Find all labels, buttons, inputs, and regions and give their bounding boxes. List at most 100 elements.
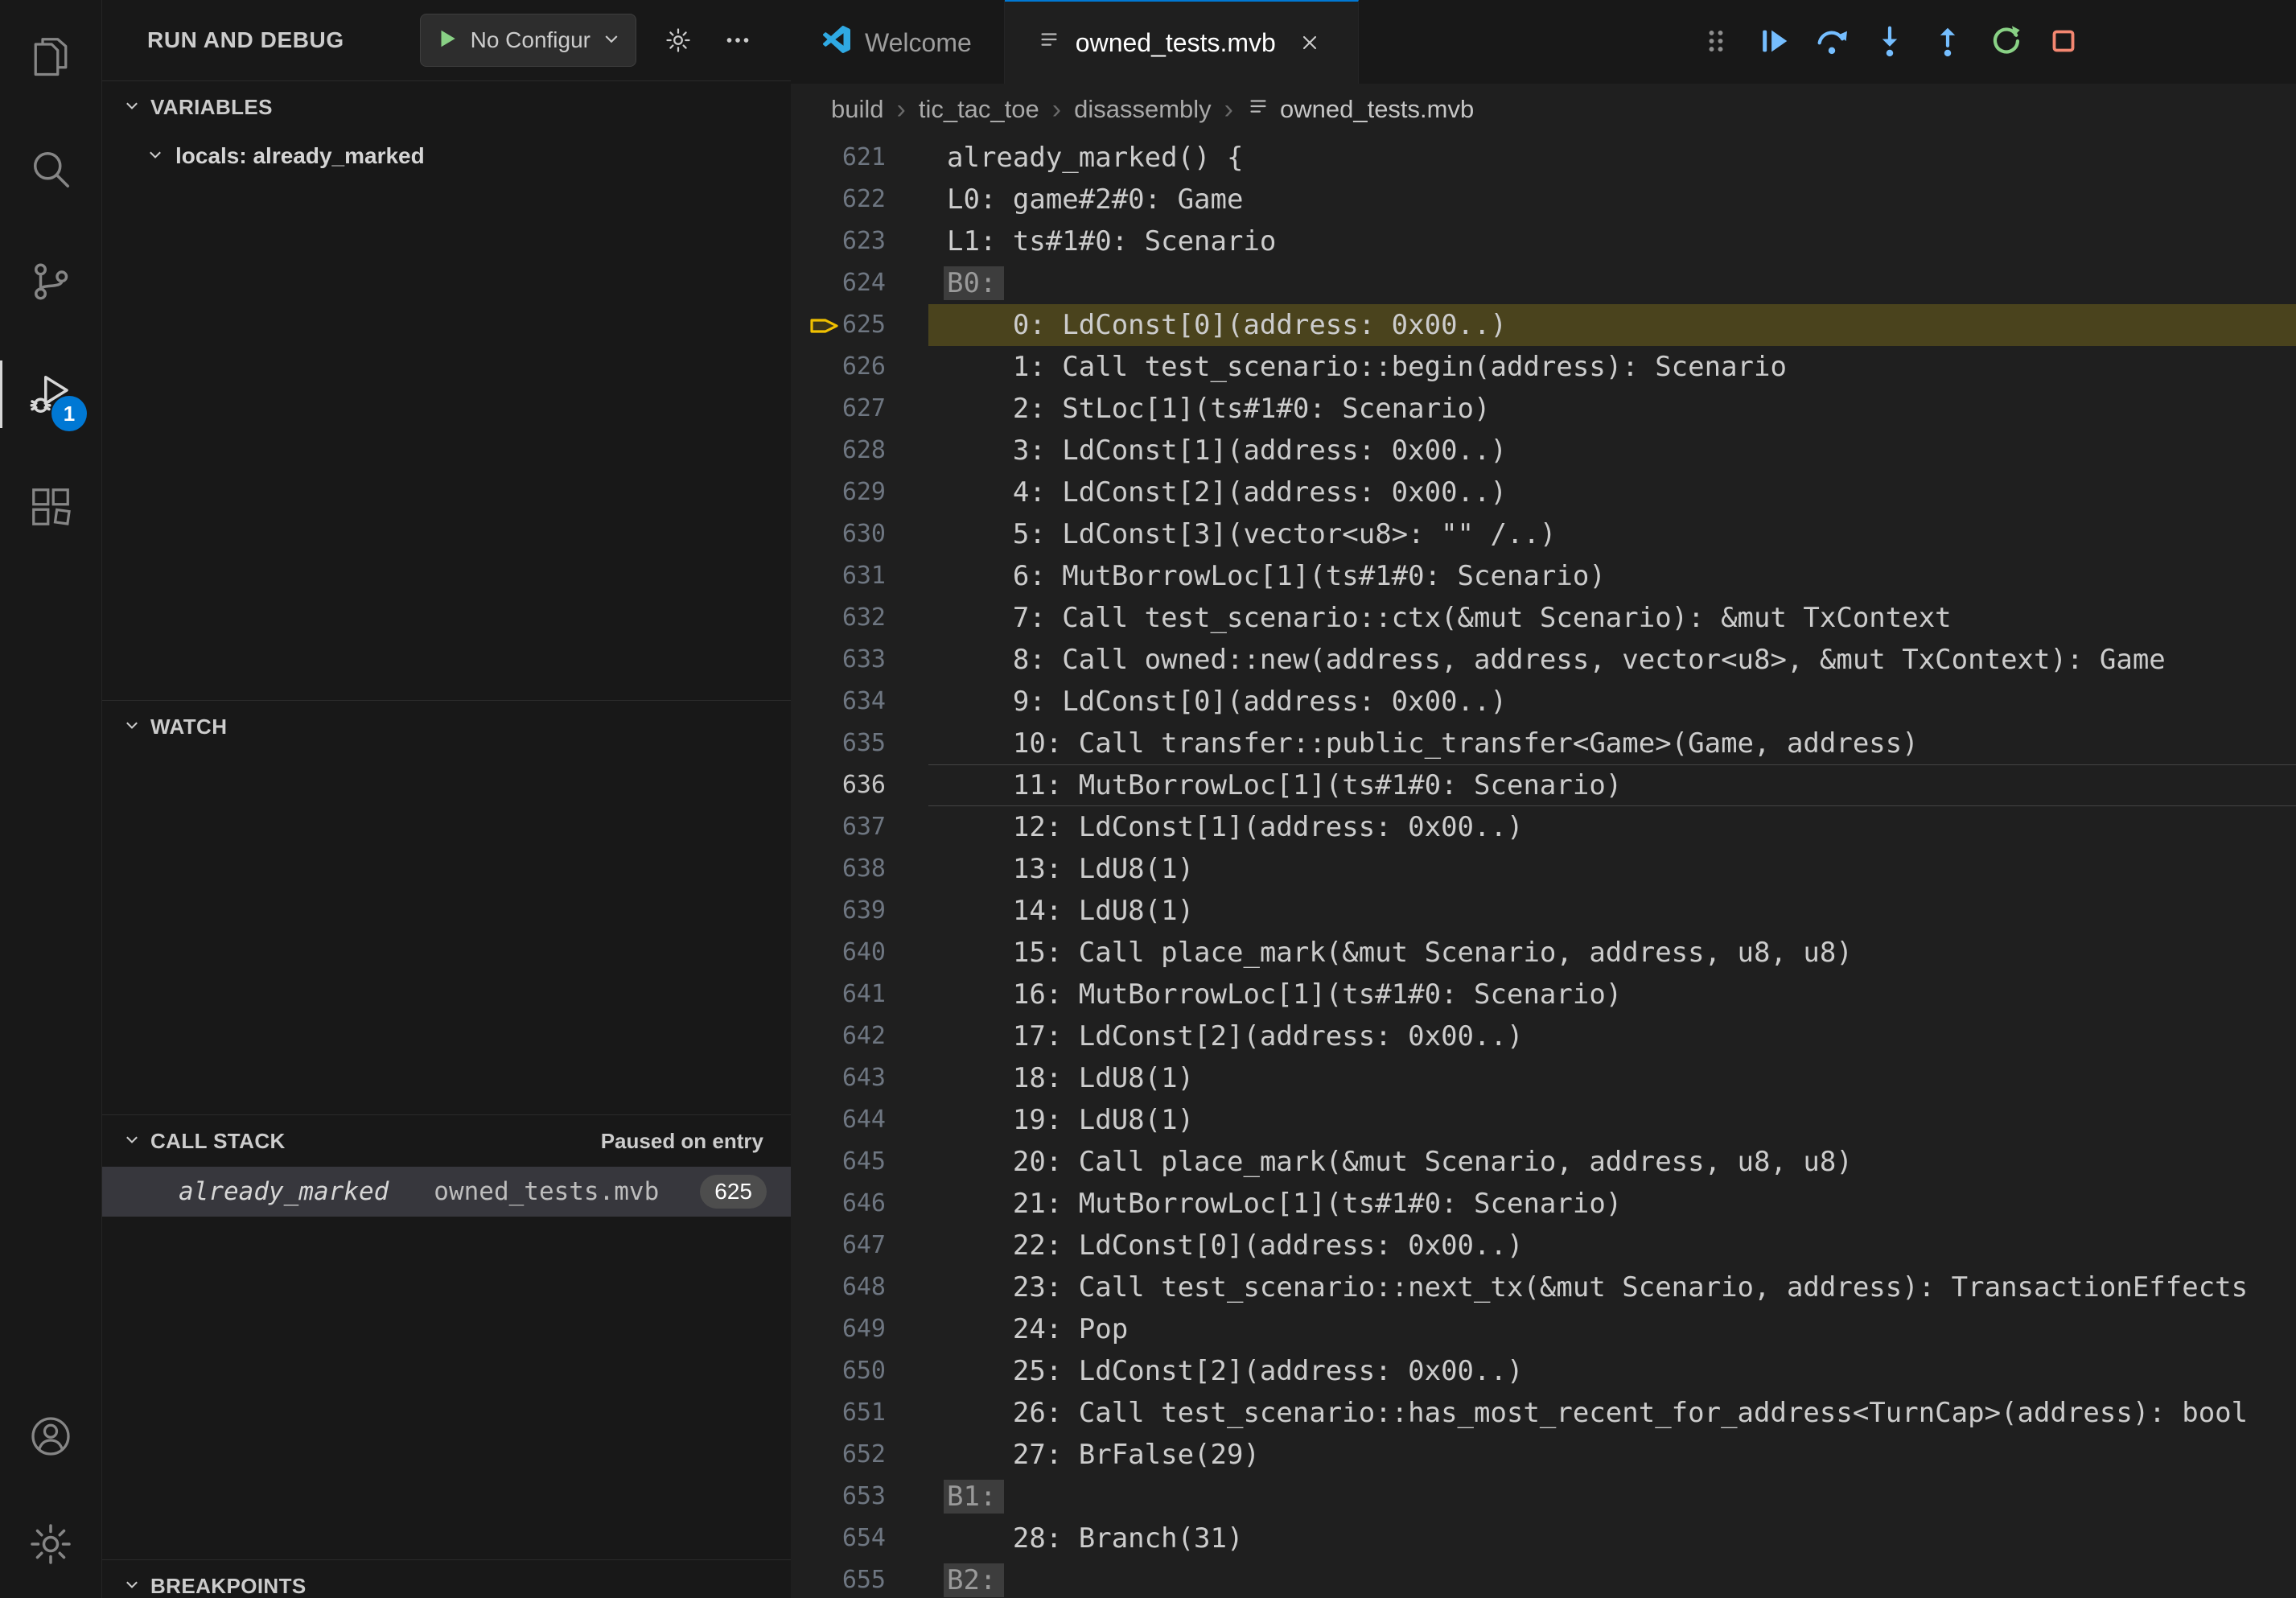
line-gutter[interactable]: 639 bbox=[791, 890, 947, 932]
code-line[interactable]: 622 L0: game#2#0: Game bbox=[791, 179, 2296, 220]
line-gutter[interactable]: 629 bbox=[791, 472, 947, 513]
line-gutter[interactable]: 637 bbox=[791, 806, 947, 848]
debug-settings-gear-button[interactable] bbox=[660, 23, 696, 58]
line-gutter[interactable]: 655 bbox=[791, 1559, 947, 1598]
code-line[interactable]: 625 0: LdConst[0](address: 0x00..) bbox=[791, 304, 2296, 346]
activity-item-extensions[interactable] bbox=[0, 451, 101, 563]
call-stack-frame[interactable]: already_marked owned_tests.mvb 625 bbox=[102, 1167, 791, 1217]
stop-button[interactable] bbox=[2043, 19, 2084, 63]
line-gutter[interactable]: 625 bbox=[791, 304, 947, 346]
line-gutter[interactable]: 622 bbox=[791, 179, 947, 220]
code-line[interactable]: 641 16: MutBorrowLoc[1](ts#1#0: Scenario… bbox=[791, 974, 2296, 1015]
more-actions-button[interactable] bbox=[720, 23, 755, 58]
breadcrumb-item[interactable]: tic_tac_toe bbox=[919, 95, 1039, 124]
toolbar-drag-handle[interactable] bbox=[1696, 19, 1736, 63]
code-line[interactable]: 630 5: LdConst[3](vector<u8>: "" /..) bbox=[791, 513, 2296, 555]
line-gutter[interactable]: 628 bbox=[791, 430, 947, 472]
line-gutter[interactable]: 634 bbox=[791, 681, 947, 723]
code-line[interactable]: 632 7: Call test_scenario::ctx(&mut Scen… bbox=[791, 597, 2296, 639]
code-line[interactable]: 653 B1: bbox=[791, 1476, 2296, 1518]
tab-welcome[interactable]: Welcome bbox=[791, 0, 1005, 84]
line-gutter[interactable]: 650 bbox=[791, 1350, 947, 1392]
activity-item-run-and-debug[interactable]: 1 bbox=[0, 338, 101, 451]
step-over-button[interactable] bbox=[1812, 19, 1852, 63]
code-line[interactable]: 639 14: LdU8(1) bbox=[791, 890, 2296, 932]
variables-section-header[interactable]: VARIABLES bbox=[102, 81, 791, 133]
line-gutter[interactable]: 648 bbox=[791, 1266, 947, 1308]
line-gutter[interactable]: 653 bbox=[791, 1476, 947, 1518]
code-line[interactable]: 628 3: LdConst[1](address: 0x00..) bbox=[791, 430, 2296, 472]
line-gutter[interactable]: 646 bbox=[791, 1183, 947, 1225]
restart-button[interactable] bbox=[1985, 19, 2026, 63]
code-line[interactable]: 655 B2: bbox=[791, 1559, 2296, 1598]
breadcrumb-item[interactable]: build bbox=[831, 95, 884, 124]
line-gutter[interactable]: 635 bbox=[791, 723, 947, 764]
debug-start-icon[interactable] bbox=[435, 27, 459, 55]
code-line[interactable]: 647 22: LdConst[0](address: 0x00..) bbox=[791, 1225, 2296, 1266]
line-gutter[interactable]: 644 bbox=[791, 1099, 947, 1141]
code-line[interactable]: 649 24: Pop bbox=[791, 1308, 2296, 1350]
code-line[interactable]: 637 12: LdConst[1](address: 0x00..) bbox=[791, 806, 2296, 848]
code-line[interactable]: 621 already_marked() { bbox=[791, 137, 2296, 179]
line-gutter[interactable]: 631 bbox=[791, 555, 947, 597]
code-line[interactable]: 654 28: Branch(31) bbox=[791, 1518, 2296, 1559]
watch-section-header[interactable]: WATCH bbox=[102, 701, 791, 752]
code-line[interactable]: 640 15: Call place_mark(&mut Scenario, a… bbox=[791, 932, 2296, 974]
debug-config-dropdown[interactable]: No Configur bbox=[420, 14, 636, 67]
code-line[interactable]: 642 17: LdConst[2](address: 0x00..) bbox=[791, 1015, 2296, 1057]
line-gutter[interactable]: 623 bbox=[791, 220, 947, 262]
code-line[interactable]: 624 B0: bbox=[791, 262, 2296, 304]
line-gutter[interactable]: 652 bbox=[791, 1434, 947, 1476]
activity-item-explorer[interactable] bbox=[0, 0, 101, 113]
activity-item-accounts[interactable] bbox=[0, 1382, 101, 1490]
line-gutter[interactable]: 632 bbox=[791, 597, 947, 639]
line-gutter[interactable]: 654 bbox=[791, 1518, 947, 1559]
line-gutter[interactable]: 647 bbox=[791, 1225, 947, 1266]
line-gutter[interactable]: 649 bbox=[791, 1308, 947, 1350]
code-line[interactable]: 635 10: Call transfer::public_transfer<G… bbox=[791, 723, 2296, 764]
tab-owned-tests[interactable]: owned_tests.mvb bbox=[1005, 0, 1359, 84]
close-icon[interactable] bbox=[1294, 27, 1326, 59]
code-line[interactable]: 626 1: Call test_scenario::begin(address… bbox=[791, 346, 2296, 388]
code-line[interactable]: 646 21: MutBorrowLoc[1](ts#1#0: Scenario… bbox=[791, 1183, 2296, 1225]
line-gutter[interactable]: 638 bbox=[791, 848, 947, 890]
code-line[interactable]: 629 4: LdConst[2](address: 0x00..) bbox=[791, 472, 2296, 513]
line-gutter[interactable]: 621 bbox=[791, 137, 947, 179]
breadcrumb-item[interactable]: disassembly bbox=[1074, 95, 1212, 124]
step-out-button[interactable] bbox=[1928, 19, 1968, 63]
code-line[interactable]: 643 18: LdU8(1) bbox=[791, 1057, 2296, 1099]
code-line[interactable]: 631 6: MutBorrowLoc[1](ts#1#0: Scenario) bbox=[791, 555, 2296, 597]
line-gutter[interactable]: 636 bbox=[791, 764, 947, 806]
code-line[interactable]: 627 2: StLoc[1](ts#1#0: Scenario) bbox=[791, 388, 2296, 430]
line-gutter[interactable]: 633 bbox=[791, 639, 947, 681]
breakpoints-section-header[interactable]: BREAKPOINTS bbox=[102, 1560, 791, 1598]
code-line[interactable]: 652 27: BrFalse(29) bbox=[791, 1434, 2296, 1476]
code-line[interactable]: 651 26: Call test_scenario::has_most_rec… bbox=[791, 1392, 2296, 1434]
variables-scope-row[interactable]: locals: already_marked bbox=[102, 133, 791, 179]
line-gutter[interactable]: 624 bbox=[791, 262, 947, 304]
activity-item-search[interactable] bbox=[0, 113, 101, 225]
call-stack-section-header[interactable]: CALL STACK Paused on entry bbox=[102, 1115, 791, 1167]
line-gutter[interactable]: 651 bbox=[791, 1392, 947, 1434]
line-gutter[interactable]: 641 bbox=[791, 974, 947, 1015]
activity-item-settings[interactable] bbox=[0, 1490, 101, 1598]
line-gutter[interactable]: 642 bbox=[791, 1015, 947, 1057]
line-gutter[interactable]: 630 bbox=[791, 513, 947, 555]
continue-button[interactable] bbox=[1754, 19, 1794, 63]
step-into-button[interactable] bbox=[1870, 19, 1910, 63]
code-line[interactable]: 648 23: Call test_scenario::next_tx(&mut… bbox=[791, 1266, 2296, 1308]
line-gutter[interactable]: 645 bbox=[791, 1141, 947, 1183]
code-line[interactable]: 633 8: Call owned::new(address, address,… bbox=[791, 639, 2296, 681]
code-line[interactable]: 644 19: LdU8(1) bbox=[791, 1099, 2296, 1141]
line-gutter[interactable]: 643 bbox=[791, 1057, 947, 1099]
code-line[interactable]: 623 L1: ts#1#0: Scenario bbox=[791, 220, 2296, 262]
code-line[interactable]: 638 13: LdU8(1) bbox=[791, 848, 2296, 890]
breadcrumb-item-file[interactable]: owned_tests.mvb bbox=[1246, 94, 1474, 125]
line-gutter[interactable]: 626 bbox=[791, 346, 947, 388]
code-line[interactable]: 636 11: MutBorrowLoc[1](ts#1#0: Scenario… bbox=[791, 764, 2296, 806]
activity-item-source-control[interactable] bbox=[0, 225, 101, 338]
code-line[interactable]: 650 25: LdConst[2](address: 0x00..) bbox=[791, 1350, 2296, 1392]
code-line[interactable]: 645 20: Call place_mark(&mut Scenario, a… bbox=[791, 1141, 2296, 1183]
line-gutter[interactable]: 640 bbox=[791, 932, 947, 974]
line-gutter[interactable]: 627 bbox=[791, 388, 947, 430]
